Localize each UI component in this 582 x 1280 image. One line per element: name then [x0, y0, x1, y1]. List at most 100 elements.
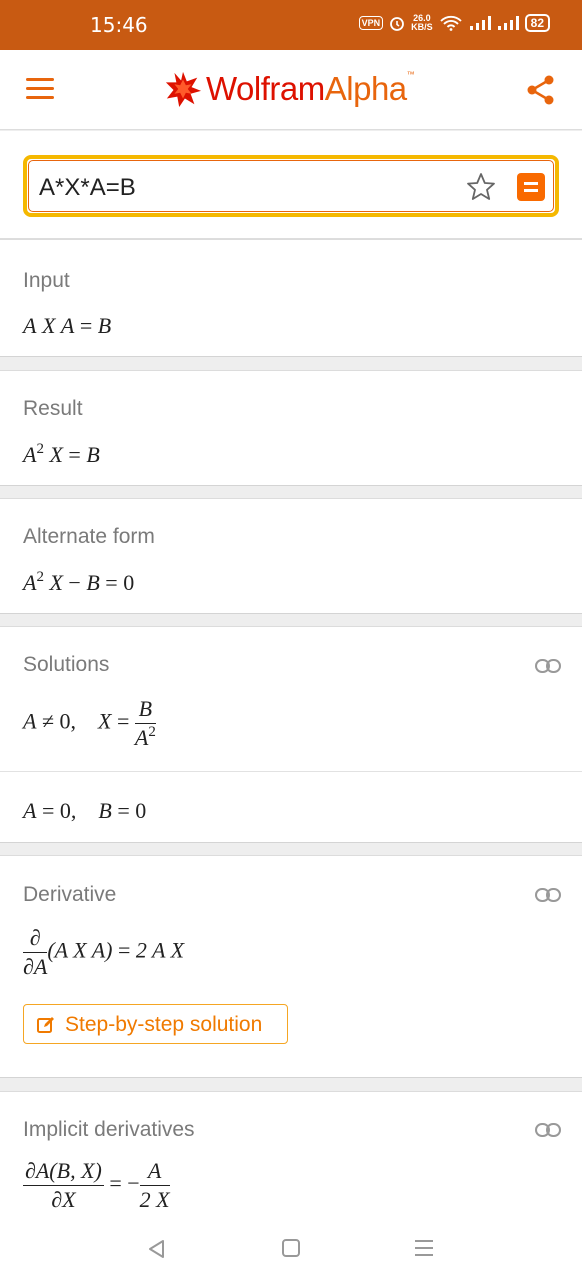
- link-icon[interactable]: [535, 888, 561, 902]
- math-op: =: [79, 313, 93, 338]
- alarm-icon: [390, 17, 405, 31]
- math-op: ≠: [41, 708, 55, 734]
- pod-title: Solutions: [23, 653, 110, 676]
- search-box: [23, 155, 559, 217]
- pod-content-math[interactable]: A2 X = B: [23, 442, 100, 468]
- wolfram-alpha-logo: WolframAlpha™: [164, 68, 415, 110]
- recent-apps-icon[interactable]: [415, 1240, 433, 1258]
- math-exponent: 2: [148, 724, 156, 740]
- fraction-numerator: ∂A(B, X): [23, 1159, 104, 1186]
- pod-title: Implicit derivatives: [23, 1118, 195, 1141]
- math-var: A: [23, 313, 37, 338]
- logo-text: WolframAlpha™: [206, 70, 415, 108]
- logo-text-alpha: Alpha: [324, 70, 407, 107]
- math-expression: 2 A X: [135, 937, 185, 963]
- math-op: =: [116, 708, 130, 734]
- math-exponent: 2: [36, 441, 44, 457]
- pod-content-math[interactable]: A X A = B: [23, 313, 111, 339]
- search-area: [0, 131, 582, 239]
- math-var: X: [98, 708, 112, 734]
- fraction-denominator: A: [134, 725, 149, 750]
- math-var: A: [23, 570, 37, 595]
- status-icons: VPN 26.0 KB/S 82: [358, 14, 550, 32]
- submit-equals-button[interactable]: [517, 173, 545, 201]
- math-op: =: [105, 570, 118, 595]
- pod-result: Result A2 X = B: [0, 370, 582, 486]
- divider: [0, 771, 582, 772]
- fraction-denominator: ∂A: [23, 954, 48, 979]
- math-var: B: [86, 442, 100, 467]
- pod-solutions: Solutions A ≠ 0, X = B A2 A = 0, B = 0: [0, 626, 582, 843]
- step-by-step-solution-button[interactable]: Step-by-step solution: [23, 1004, 288, 1044]
- derivative-math[interactable]: ∂ ∂A (A X A) = 2 A X: [23, 926, 184, 979]
- logo-trademark: ™: [406, 70, 415, 79]
- math-var: A: [23, 708, 37, 734]
- math-fraction: ∂A(B, X) ∂X: [23, 1159, 104, 1212]
- math-var: A: [23, 442, 37, 467]
- math-op: −: [68, 570, 81, 595]
- fraction-numerator: A: [139, 1159, 170, 1186]
- link-icon[interactable]: [535, 659, 561, 673]
- link-icon[interactable]: [535, 1123, 561, 1137]
- math-punct: ,: [70, 708, 77, 734]
- pod-input: Input A X A = B: [0, 239, 582, 357]
- speed-unit: KB/S: [411, 22, 433, 32]
- step-by-step-label: Step-by-step solution: [65, 1013, 263, 1036]
- math-exponent: 2: [36, 569, 44, 585]
- math-op: =: [41, 798, 55, 823]
- math-op: =: [68, 442, 81, 467]
- math-var: X: [41, 313, 56, 338]
- math-var: X: [49, 442, 63, 467]
- math-var: B: [86, 570, 100, 595]
- search-input[interactable]: [39, 173, 459, 203]
- math-var: A: [23, 798, 37, 823]
- pod-implicit-derivatives: Implicit derivatives ∂A(B, X) ∂X = − A 2…: [0, 1091, 582, 1241]
- math-number: 0: [135, 798, 147, 823]
- math-var: X: [49, 570, 63, 595]
- signal-icon-2: [497, 16, 519, 30]
- status-bar: 15:46 VPN 26.0 KB/S 82: [0, 0, 582, 50]
- pod-derivative: Derivative ∂ ∂A (A X A) = 2 A X Step-by-…: [0, 855, 582, 1078]
- solution-2-math[interactable]: A = 0, B = 0: [23, 798, 146, 824]
- math-fraction: ∂ ∂A: [23, 926, 48, 979]
- math-var: B: [97, 313, 112, 338]
- pod-title: Result: [23, 397, 83, 420]
- math-punct: ,: [70, 798, 77, 823]
- wolfram-spikey-icon: [165, 71, 202, 108]
- implicit-derivative-math[interactable]: ∂A(B, X) ∂X = − A 2 X: [23, 1159, 170, 1212]
- pod-title: Alternate form: [23, 525, 155, 548]
- wifi-icon: [439, 15, 462, 31]
- math-number: 0: [123, 570, 135, 595]
- back-icon[interactable]: [146, 1238, 168, 1260]
- home-icon[interactable]: [282, 1239, 300, 1257]
- pod-title: Derivative: [23, 883, 117, 906]
- math-expression: (A X A): [47, 937, 113, 963]
- fraction-numerator: ∂: [23, 926, 48, 953]
- system-nav-bar: [0, 1220, 582, 1280]
- pod-title: Input: [23, 269, 70, 292]
- hamburger-menu-icon[interactable]: [26, 78, 54, 100]
- edit-pencil-icon: [37, 1017, 54, 1033]
- fraction-denominator: ∂X: [51, 1187, 76, 1212]
- math-fraction: A 2 X: [139, 1159, 170, 1212]
- solution-1-math[interactable]: A ≠ 0, X = B A2: [23, 697, 156, 750]
- vpn-icon: VPN: [358, 16, 384, 30]
- pod-content-math[interactable]: A2 X − B = 0: [23, 570, 134, 596]
- math-fraction: B A2: [134, 696, 156, 750]
- math-var: B: [98, 798, 112, 823]
- fraction-denominator: 2 X: [139, 1187, 170, 1212]
- math-var: A: [60, 313, 75, 338]
- status-time: 15:46: [90, 13, 148, 37]
- app-header: WolframAlpha™: [0, 50, 582, 130]
- logo-text-wolfram: Wolfram: [206, 70, 325, 107]
- pod-alternate-form: Alternate form A2 X − B = 0: [0, 498, 582, 614]
- battery-icon: 82: [524, 14, 550, 32]
- star-icon[interactable]: [465, 171, 497, 203]
- math-op: =: [117, 798, 130, 823]
- share-icon[interactable]: [526, 74, 556, 106]
- signal-icon-1: [469, 16, 491, 30]
- fraction-numerator: B: [138, 696, 153, 721]
- math-op: =: [118, 937, 131, 963]
- math-number: 0: [59, 708, 71, 734]
- math-op: = −: [109, 1170, 140, 1196]
